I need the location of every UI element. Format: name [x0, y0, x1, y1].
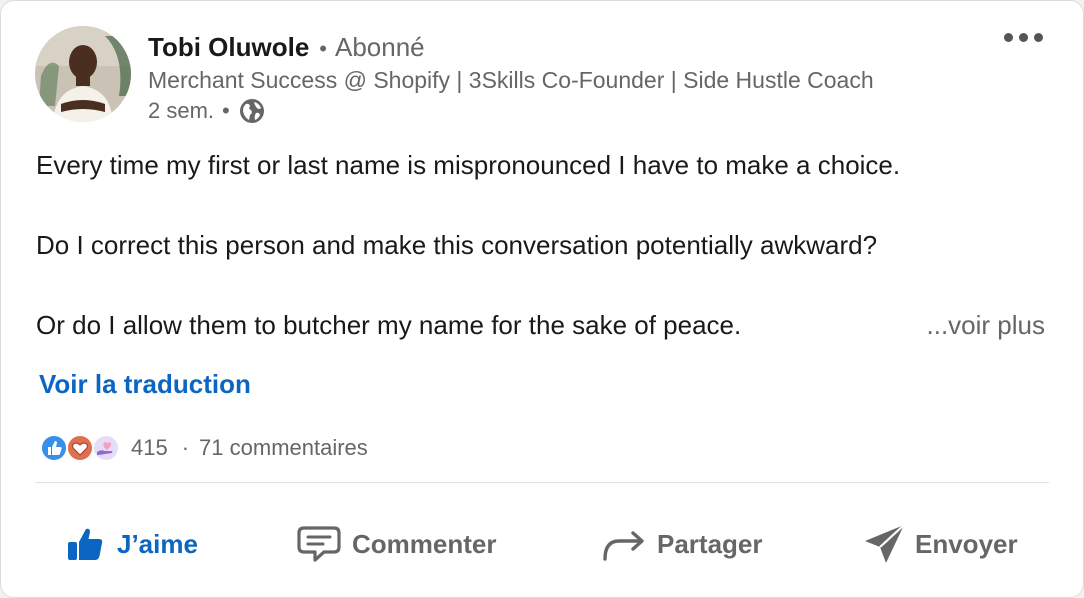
post-time: 2 sem. — [148, 98, 215, 123]
share-label: Partager — [657, 528, 763, 559]
social-counts: 415 · 71 commentaires — [39, 433, 368, 463]
reaction-count[interactable]: 415 — [131, 435, 168, 461]
send-paper-plane-icon — [865, 524, 905, 563]
comment-button[interactable]: Commenter — [296, 511, 496, 577]
feed-post-card: Tobi Oluwole • Abonné Merchant Success @… — [0, 0, 1084, 598]
comment-label: Commenter — [352, 528, 497, 559]
send-button[interactable]: Envoyer — [863, 511, 1018, 577]
bullet-separator: • — [319, 36, 327, 61]
more-options-button[interactable] — [1000, 29, 1047, 46]
post-body-line: Or do I allow them to butcher my name fo… — [36, 310, 742, 340]
follow-status: Abonné — [334, 32, 425, 62]
author-name[interactable]: Tobi Oluwole — [148, 31, 309, 63]
post-body-line: Do I correct this person and make this c… — [36, 230, 878, 260]
reactions-summary[interactable] — [39, 433, 120, 463]
post-meta: 2 sem. • — [148, 97, 266, 125]
like-button[interactable]: J’aime — [65, 511, 198, 577]
see-more-button[interactable]: ...voir plus — [927, 305, 1047, 345]
post-body: Every time my first or last name is misp… — [36, 145, 1046, 345]
post-actions-bar: J’aime Commenter Partager Envoyer — [1, 511, 1084, 577]
post-body-line: Every time my first or last name is misp… — [36, 150, 901, 180]
share-arrow-icon — [603, 531, 644, 561]
dot-separator: · — [181, 435, 190, 460]
thumbs-up-icon — [68, 528, 103, 560]
more-icon-dot — [1034, 33, 1043, 42]
comment-icon — [297, 526, 341, 562]
more-icon-dot — [1004, 33, 1013, 42]
post-body-last-line: Or do I allow them to butcher my name fo… — [36, 305, 1046, 345]
support-reaction-icon — [92, 434, 120, 462]
bullet-separator: • — [222, 98, 230, 123]
send-label: Envoyer — [915, 528, 1018, 559]
comments-count-link[interactable]: 71 commentaires — [199, 435, 368, 461]
actions-divider — [35, 482, 1049, 483]
author-headline: Merchant Success @ Shopify | 3Skills Co-… — [148, 67, 874, 93]
author-line: Tobi Oluwole • Abonné — [148, 31, 425, 65]
more-icon-dot — [1019, 33, 1028, 42]
author-avatar[interactable] — [35, 26, 131, 122]
like-label: J’aime — [117, 528, 198, 559]
see-translation-button[interactable]: Voir la traduction — [39, 369, 251, 400]
globe-icon — [238, 97, 266, 125]
share-button[interactable]: Partager — [601, 511, 763, 577]
